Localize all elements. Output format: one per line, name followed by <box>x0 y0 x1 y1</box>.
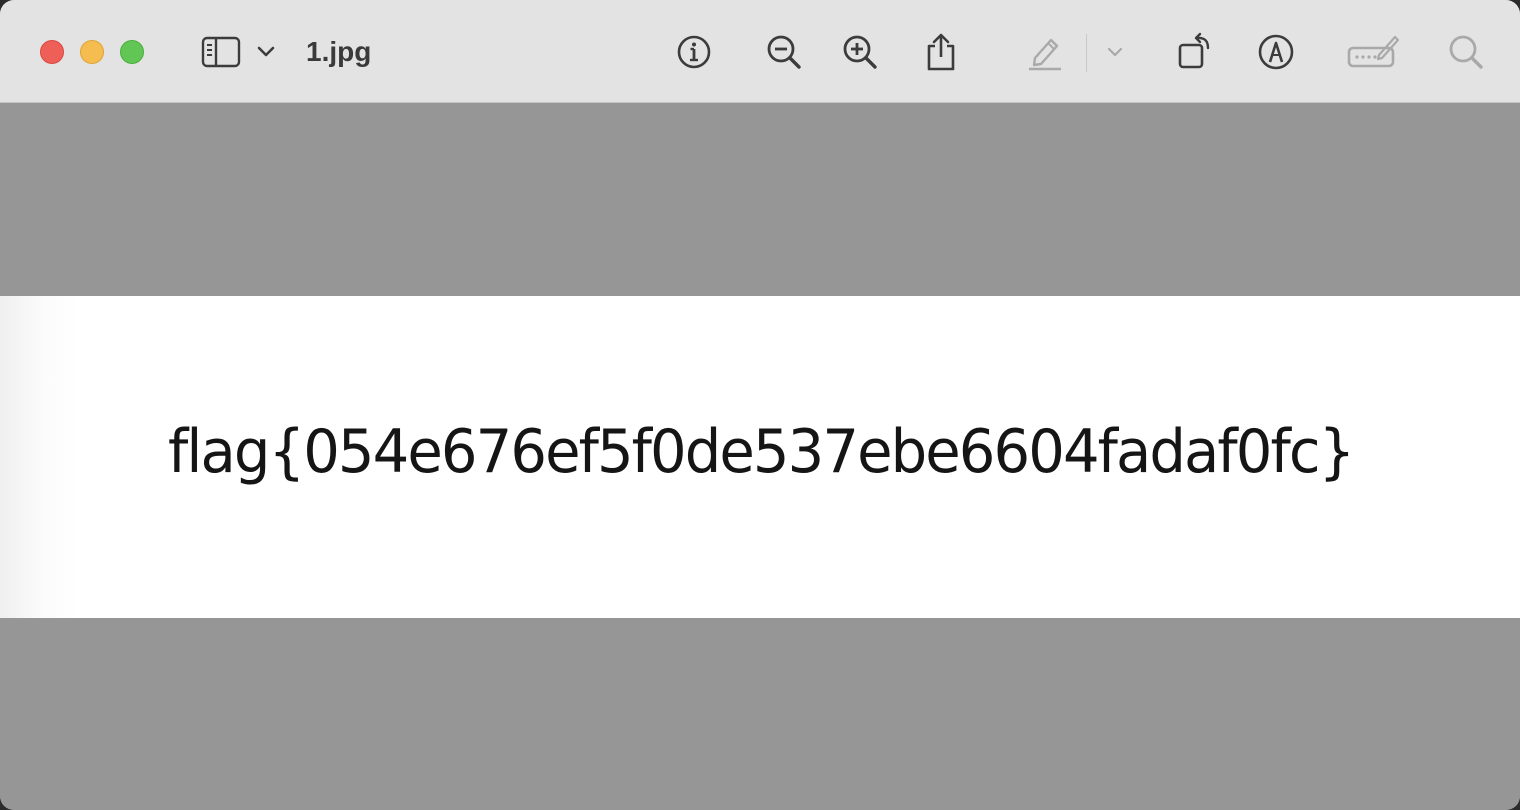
form-fill-icon[interactable] <box>1346 30 1400 74</box>
zoom-out-icon[interactable] <box>764 30 804 74</box>
zoom-button[interactable] <box>120 40 144 64</box>
chevron-down-icon[interactable] <box>1104 30 1126 74</box>
close-button[interactable] <box>40 40 64 64</box>
toolbar: 1.jpg <box>0 0 1520 103</box>
search-icon[interactable] <box>1446 30 1486 74</box>
highlight-pen-icon[interactable] <box>1024 30 1066 74</box>
minimize-button[interactable] <box>80 40 104 64</box>
chevron-down-icon[interactable] <box>255 30 277 74</box>
share-icon[interactable] <box>922 30 960 74</box>
rotate-icon[interactable] <box>1174 30 1216 74</box>
sidebar-toggle-icon[interactable] <box>200 30 242 74</box>
info-icon[interactable] <box>674 30 714 74</box>
image-text: flag{054e676ef5f0de537ebe6604fadaf0fc} <box>168 417 1355 487</box>
displayed-image: flag{054e676ef5f0de537ebe6604fadaf0fc} <box>0 296 1520 618</box>
zoom-in-icon[interactable] <box>840 30 880 74</box>
window-title: 1.jpg <box>306 36 372 67</box>
image-canvas: flag{054e676ef5f0de537ebe6604fadaf0fc} <box>0 104 1520 810</box>
toolbar-divider <box>1086 34 1087 72</box>
markup-icon[interactable] <box>1256 30 1296 74</box>
preview-window: 1.jpg flag{054e676ef5f0de537ebe6604fadaf… <box>0 0 1520 810</box>
